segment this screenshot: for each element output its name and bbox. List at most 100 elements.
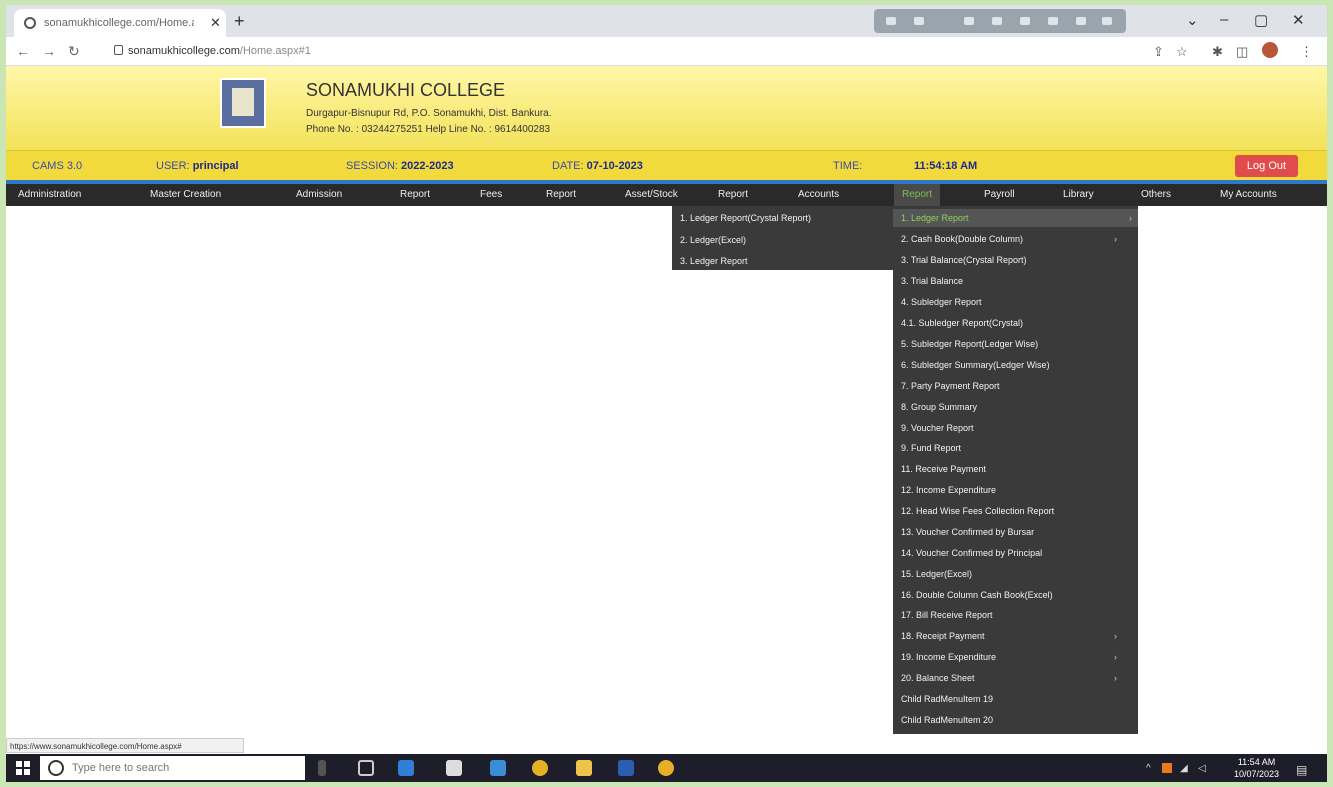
- extension-icon[interactable]: [886, 17, 896, 25]
- report-dropdown: 1. Ledger Report › 2. Cash Book(Double Co…: [893, 206, 1138, 734]
- dropdown-item[interactable]: 9. Voucher Report: [901, 423, 974, 433]
- tab-search-icon[interactable]: ⌄: [1186, 11, 1199, 29]
- browser-window: sonamukhicollege.com/Home.a ✕ + ⌄ – ▢ ✕ …: [6, 5, 1327, 782]
- session-info: SESSION: 2022-2023: [346, 160, 454, 172]
- dropdown-item[interactable]: 15. Ledger(Excel): [901, 569, 972, 579]
- tray-app-icon[interactable]: [1162, 763, 1172, 773]
- dropdown-item[interactable]: 18. Receipt Payment ›: [901, 631, 1123, 641]
- college-address: Durgapur-Bisnupur Rd, P.O. Sonamukhi, Di…: [306, 108, 552, 119]
- dropdown-item[interactable]: 8. Group Summary: [901, 402, 977, 412]
- task-view-icon[interactable]: [358, 760, 374, 776]
- extension-icon[interactable]: [1020, 17, 1030, 25]
- menu-fees[interactable]: Fees: [480, 189, 502, 200]
- menu-report-2[interactable]: Report: [546, 189, 576, 200]
- extensions-puzzle-icon[interactable]: ✱: [1212, 44, 1223, 60]
- main-menu: Administration Master Creation Admission…: [6, 184, 1327, 206]
- close-window-icon[interactable]: ✕: [1292, 11, 1305, 29]
- share-icon[interactable]: ⇪: [1153, 44, 1164, 60]
- extension-icon[interactable]: [964, 17, 974, 25]
- network-icon[interactable]: ◢: [1180, 763, 1188, 774]
- tray-chevron-icon[interactable]: ^: [1146, 763, 1151, 774]
- menu-accounts[interactable]: Accounts: [798, 189, 839, 200]
- dropdown-item[interactable]: 6. Subledger Summary(Ledger Wise): [901, 360, 1050, 370]
- taskbar-search-input[interactable]: Type here to search: [40, 756, 305, 780]
- logout-button[interactable]: Log Out: [1235, 155, 1298, 177]
- extension-icon[interactable]: [1102, 17, 1112, 25]
- word-icon[interactable]: [618, 760, 634, 776]
- browser-menu-icon[interactable]: ⋮: [1300, 44, 1313, 60]
- mail-icon[interactable]: [490, 760, 506, 776]
- dropdown-item[interactable]: 4. Subledger Report: [901, 297, 982, 307]
- submenu-item[interactable]: 1. Ledger Report(Crystal Report): [680, 213, 811, 223]
- address-bar: ← → ↻ sonamukhicollege.com/Home.aspx#1 ⇪…: [6, 37, 1327, 66]
- dropdown-item[interactable]: 3. Trial Balance: [901, 276, 963, 286]
- menu-administration[interactable]: Administration: [18, 189, 81, 200]
- dropdown-item[interactable]: 3. Trial Balance(Crystal Report): [901, 255, 1027, 265]
- taskbar-clock[interactable]: 11:54 AM 10/07/2023: [1234, 756, 1279, 780]
- file-explorer-icon[interactable]: [576, 760, 592, 776]
- dropdown-item[interactable]: 13. Voucher Confirmed by Bursar: [901, 527, 1034, 537]
- time-value: 11:54:18 AM: [914, 160, 978, 172]
- url-input[interactable]: sonamukhicollege.com/Home.aspx#1: [108, 40, 1108, 62]
- back-icon[interactable]: ←: [16, 43, 30, 59]
- submenu-item[interactable]: 3. Ledger Report: [680, 256, 748, 266]
- dropdown-item[interactable]: 12. Income Expenditure: [901, 485, 996, 495]
- time-label: TIME:: [833, 160, 863, 172]
- notification-icon[interactable]: ▤: [1296, 763, 1307, 777]
- dropdown-item[interactable]: 11. Receive Payment: [901, 464, 986, 474]
- maximize-icon[interactable]: ▢: [1254, 11, 1268, 29]
- dropdown-item[interactable]: 16. Double Column Cash Book(Excel): [901, 590, 1053, 600]
- dropdown-item[interactable]: 7. Party Payment Report: [901, 381, 1000, 391]
- dropdown-item[interactable]: Child RadMenuItem 20: [901, 715, 993, 725]
- college-name: SONAMUKHI COLLEGE: [306, 80, 506, 100]
- menu-report-1[interactable]: Report: [400, 189, 430, 200]
- dropdown-item[interactable]: 9. Fund Report: [901, 443, 961, 453]
- side-panel-icon[interactable]: ◫: [1236, 44, 1248, 60]
- dropdown-item[interactable]: 2. Cash Book(Double Column) ›: [901, 234, 1123, 244]
- menu-payroll[interactable]: Payroll: [984, 189, 1015, 200]
- menu-asset-stock[interactable]: Asset/Stock: [625, 189, 678, 200]
- submenu-item[interactable]: 2. Ledger(Excel): [680, 235, 746, 245]
- dropdown-item[interactable]: Child RadMenuItem 19: [901, 694, 993, 704]
- menu-admission[interactable]: Admission: [296, 189, 342, 200]
- dropdown-item[interactable]: 14. Voucher Confirmed by Principal: [901, 548, 1042, 558]
- dropdown-item[interactable]: 20. Balance Sheet ›: [901, 673, 1123, 683]
- minimize-icon[interactable]: –: [1220, 11, 1228, 28]
- chrome-icon[interactable]: [532, 760, 548, 776]
- chevron-right-icon: ›: [1114, 631, 1117, 641]
- user-info: USER: principal: [156, 160, 239, 172]
- menu-others[interactable]: Others: [1141, 189, 1171, 200]
- menu-master-creation[interactable]: Master Creation: [150, 189, 221, 200]
- edge-browser-icon[interactable]: [398, 760, 414, 776]
- reload-icon[interactable]: ↻: [68, 43, 80, 60]
- extension-icon[interactable]: [914, 17, 924, 25]
- menu-report-4[interactable]: Report: [894, 184, 941, 206]
- dropdown-item[interactable]: 5. Subledger Report(Ledger Wise): [901, 339, 1038, 349]
- new-tab-icon[interactable]: +: [234, 11, 245, 32]
- menu-report-3[interactable]: Report: [718, 189, 748, 200]
- windows-start-icon[interactable]: [16, 761, 30, 775]
- bookmark-star-icon[interactable]: ☆: [1176, 44, 1188, 60]
- menu-library[interactable]: Library: [1063, 189, 1094, 200]
- profile-avatar[interactable]: [1262, 42, 1278, 58]
- dropdown-item[interactable]: 19. Income Expenditure ›: [901, 652, 1123, 662]
- dropdown-item[interactable]: 12. Head Wise Fees Collection Report: [901, 506, 1054, 516]
- extension-icon[interactable]: [992, 17, 1002, 25]
- menu-my-accounts[interactable]: My Accounts: [1220, 189, 1277, 200]
- dropdown-item-active[interactable]: 1. Ledger Report ›: [893, 209, 1138, 227]
- extension-toolbar: [874, 9, 1126, 33]
- microphone-icon[interactable]: [318, 760, 326, 776]
- dropdown-item[interactable]: 17. Bill Receive Report: [901, 610, 993, 620]
- college-header: SONAMUKHI COLLEGE Durgapur-Bisnupur Rd, …: [6, 66, 1327, 150]
- cortana-icon: [48, 760, 64, 776]
- chrome-active-icon[interactable]: [658, 760, 674, 776]
- forward-icon[interactable]: →: [42, 43, 56, 59]
- store-icon[interactable]: [446, 760, 462, 776]
- browser-tab[interactable]: sonamukhicollege.com/Home.a ✕: [14, 9, 226, 37]
- volume-icon[interactable]: ◁: [1198, 763, 1206, 774]
- close-tab-icon[interactable]: ✕: [210, 15, 221, 31]
- extension-icon[interactable]: [1048, 17, 1058, 25]
- lock-icon: [114, 45, 123, 55]
- dropdown-item[interactable]: 4.1. Subledger Report(Crystal): [901, 318, 1023, 328]
- extension-icon[interactable]: [1076, 17, 1086, 25]
